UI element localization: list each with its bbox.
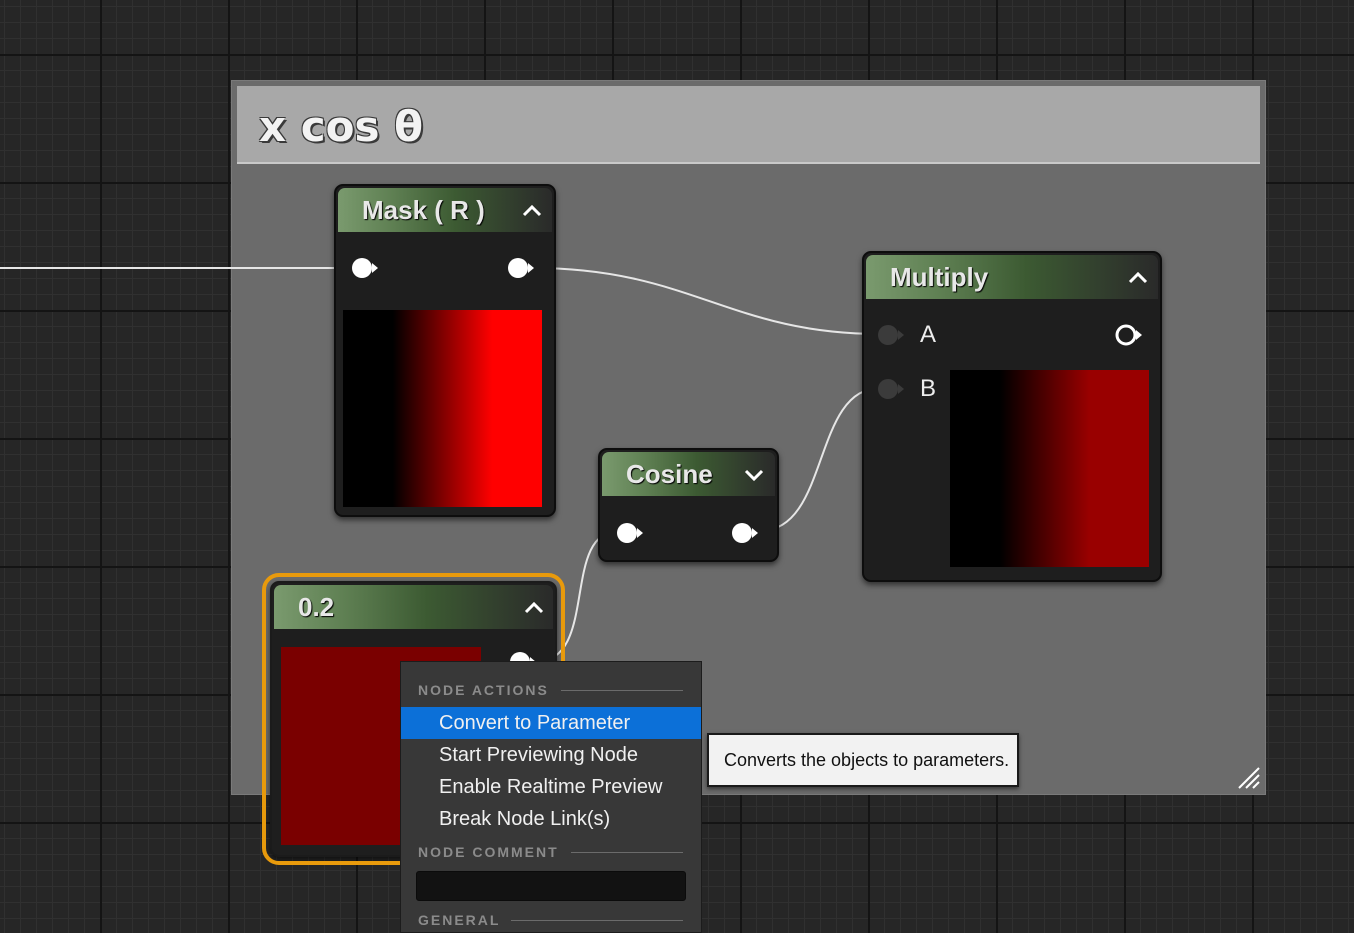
constant-node-title: 0.2 bbox=[298, 592, 335, 622]
multiply-input-b-pin-icon[interactable] bbox=[876, 378, 906, 400]
menu-item-enable-realtime-preview[interactable]: Enable Realtime Preview bbox=[401, 771, 701, 803]
mask-preview-swatch bbox=[343, 310, 542, 507]
cosine-input-pin-icon[interactable] bbox=[615, 522, 645, 544]
cosine-node-header[interactable]: Cosine bbox=[602, 452, 775, 496]
multiply-node-header[interactable]: Multiply bbox=[866, 255, 1158, 299]
wire-mask-to-multiply-a bbox=[532, 267, 881, 335]
chevron-up-icon[interactable] bbox=[521, 200, 543, 222]
multiply-output-pin-icon[interactable] bbox=[1114, 324, 1144, 346]
mask-input-pin-icon[interactable] bbox=[350, 257, 380, 279]
multiply-pin-a-label: A bbox=[920, 321, 937, 348]
multiply-node-title: Multiply bbox=[890, 262, 989, 292]
node-context-menu[interactable]: NODE ACTIONS Convert to Parameter Start … bbox=[400, 661, 702, 933]
menu-item-start-previewing-node[interactable]: Start Previewing Node bbox=[401, 739, 701, 771]
multiply-preview-swatch bbox=[950, 370, 1149, 567]
mask-node-title: Mask ( R ) bbox=[362, 195, 485, 225]
chevron-up-icon[interactable] bbox=[1127, 267, 1149, 289]
menu-section-node-comment: NODE COMMENT bbox=[418, 844, 559, 860]
chevron-up-icon[interactable] bbox=[523, 597, 545, 619]
mask-node[interactable]: Mask ( R ) bbox=[334, 184, 556, 517]
mask-node-header[interactable]: Mask ( R ) bbox=[338, 188, 552, 232]
multiply-node[interactable]: Multiply A B bbox=[862, 251, 1162, 582]
chevron-down-icon[interactable] bbox=[743, 464, 765, 486]
tooltip-text: Converts the objects to parameters. bbox=[724, 750, 1010, 770]
node-comment-input[interactable] bbox=[416, 871, 686, 901]
menu-divider bbox=[511, 920, 683, 921]
cosine-node[interactable]: Cosine bbox=[598, 448, 779, 562]
cosine-output-pin-icon[interactable] bbox=[730, 522, 760, 544]
mask-output-pin-icon[interactable] bbox=[506, 257, 536, 279]
menu-item-convert-to-parameter[interactable]: Convert to Parameter bbox=[401, 707, 701, 739]
menu-section-general: GENERAL bbox=[418, 912, 501, 928]
tooltip: Converts the objects to parameters. bbox=[707, 733, 1019, 787]
cosine-node-title: Cosine bbox=[626, 459, 713, 489]
menu-item-break-node-links[interactable]: Break Node Link(s) bbox=[401, 803, 701, 835]
menu-divider bbox=[571, 852, 683, 853]
multiply-pin-b-label: B bbox=[920, 375, 937, 402]
menu-divider bbox=[561, 690, 683, 691]
menu-section-node-actions: NODE ACTIONS bbox=[418, 682, 549, 698]
multiply-input-a-pin-icon[interactable] bbox=[876, 324, 906, 346]
constant-node-header[interactable]: 0.2 bbox=[274, 585, 553, 629]
